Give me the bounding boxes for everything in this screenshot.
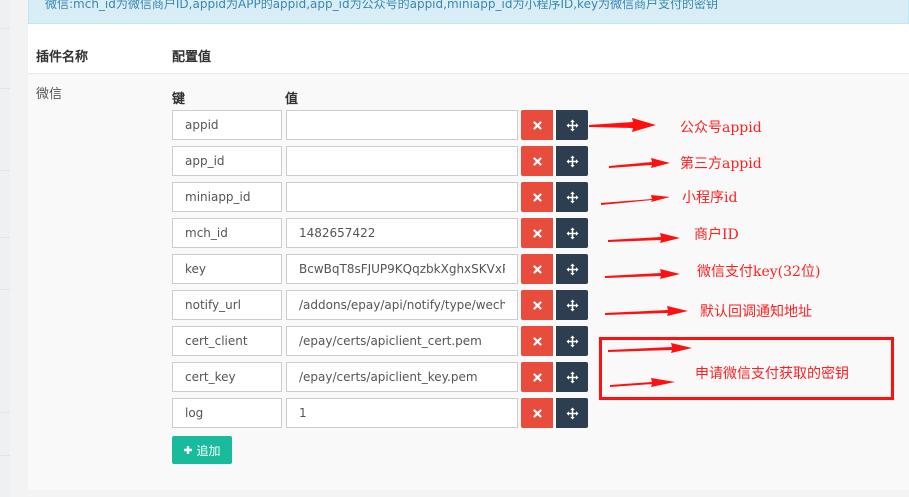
kv-row-cert-client	[172, 326, 592, 356]
table-header: 插件名称 配置值	[28, 36, 909, 74]
key-input[interactable]	[172, 110, 282, 140]
value-input[interactable]	[286, 218, 518, 248]
key-input[interactable]	[172, 254, 282, 284]
delete-row-button[interactable]	[521, 110, 553, 140]
value-input[interactable]	[286, 290, 518, 320]
kv-row-notify-url	[172, 290, 592, 320]
arrows-icon	[566, 119, 578, 131]
key-input[interactable]	[172, 182, 282, 212]
value-input[interactable]	[286, 398, 518, 428]
key-input[interactable]	[172, 326, 282, 356]
times-icon	[532, 372, 542, 382]
value-input[interactable]	[286, 146, 518, 176]
arrows-icon	[566, 407, 578, 419]
value-input[interactable]	[286, 182, 518, 212]
arrows-icon	[566, 299, 578, 311]
key-input[interactable]	[172, 398, 282, 428]
times-icon	[532, 120, 542, 130]
times-icon	[532, 336, 542, 346]
key-input[interactable]	[172, 290, 282, 320]
arrows-icon	[566, 227, 578, 239]
times-icon	[532, 192, 542, 202]
delete-row-button[interactable]	[521, 326, 553, 356]
move-row-button[interactable]	[556, 218, 588, 248]
key-input[interactable]	[172, 146, 282, 176]
value-input[interactable]	[286, 362, 518, 392]
column-key-label: 键	[172, 92, 186, 107]
kv-row-app-id	[172, 146, 592, 176]
times-icon	[532, 156, 542, 166]
delete-row-button[interactable]	[521, 218, 553, 248]
move-row-button[interactable]	[556, 362, 588, 392]
times-icon	[532, 408, 542, 418]
kv-row-cert-key	[172, 362, 592, 392]
move-row-button[interactable]	[556, 326, 588, 356]
arrows-icon	[566, 155, 578, 167]
key-input[interactable]	[172, 218, 282, 248]
delete-row-button[interactable]	[521, 254, 553, 284]
left-sidebar-strip	[0, 0, 10, 497]
add-row-label: 追加	[196, 443, 221, 458]
arrows-icon	[566, 335, 578, 347]
plus-icon	[184, 446, 193, 454]
value-input[interactable]	[286, 254, 518, 284]
header-plugin-name: 插件名称	[36, 50, 89, 65]
delete-row-button[interactable]	[521, 398, 553, 428]
move-row-button[interactable]	[556, 254, 588, 284]
delete-row-button[interactable]	[521, 290, 553, 320]
move-row-button[interactable]	[556, 182, 588, 212]
delete-row-button[interactable]	[521, 182, 553, 212]
kv-row-key	[172, 254, 592, 284]
header-config-value: 配置值	[172, 50, 212, 65]
kv-row-log	[172, 398, 592, 428]
value-input[interactable]	[286, 110, 518, 140]
kv-row-appid	[172, 110, 592, 140]
arrows-icon	[566, 263, 578, 275]
key-input[interactable]	[172, 362, 282, 392]
move-row-button[interactable]	[556, 398, 588, 428]
plugin-name-label: 微信	[36, 87, 63, 102]
kv-row-mch-id	[172, 218, 592, 248]
move-row-button[interactable]	[556, 146, 588, 176]
move-row-button[interactable]	[556, 290, 588, 320]
add-row-button[interactable]: 追加	[172, 436, 232, 464]
move-row-button[interactable]	[556, 110, 588, 140]
delete-row-button[interactable]	[521, 362, 553, 392]
kv-row-miniapp-id	[172, 182, 592, 212]
arrows-icon	[566, 371, 578, 383]
arrows-icon	[566, 191, 578, 203]
delete-row-button[interactable]	[521, 146, 553, 176]
times-icon	[532, 264, 542, 274]
times-icon	[532, 300, 542, 310]
info-notice: 微信:mch_id为微信商户ID,appid为APP的appid,app_id为…	[28, 0, 909, 24]
wechat-config-row: 微信 键 值 追加	[28, 74, 909, 490]
value-input[interactable]	[286, 326, 518, 356]
column-value-label: 值	[285, 92, 299, 107]
times-icon	[532, 228, 542, 238]
